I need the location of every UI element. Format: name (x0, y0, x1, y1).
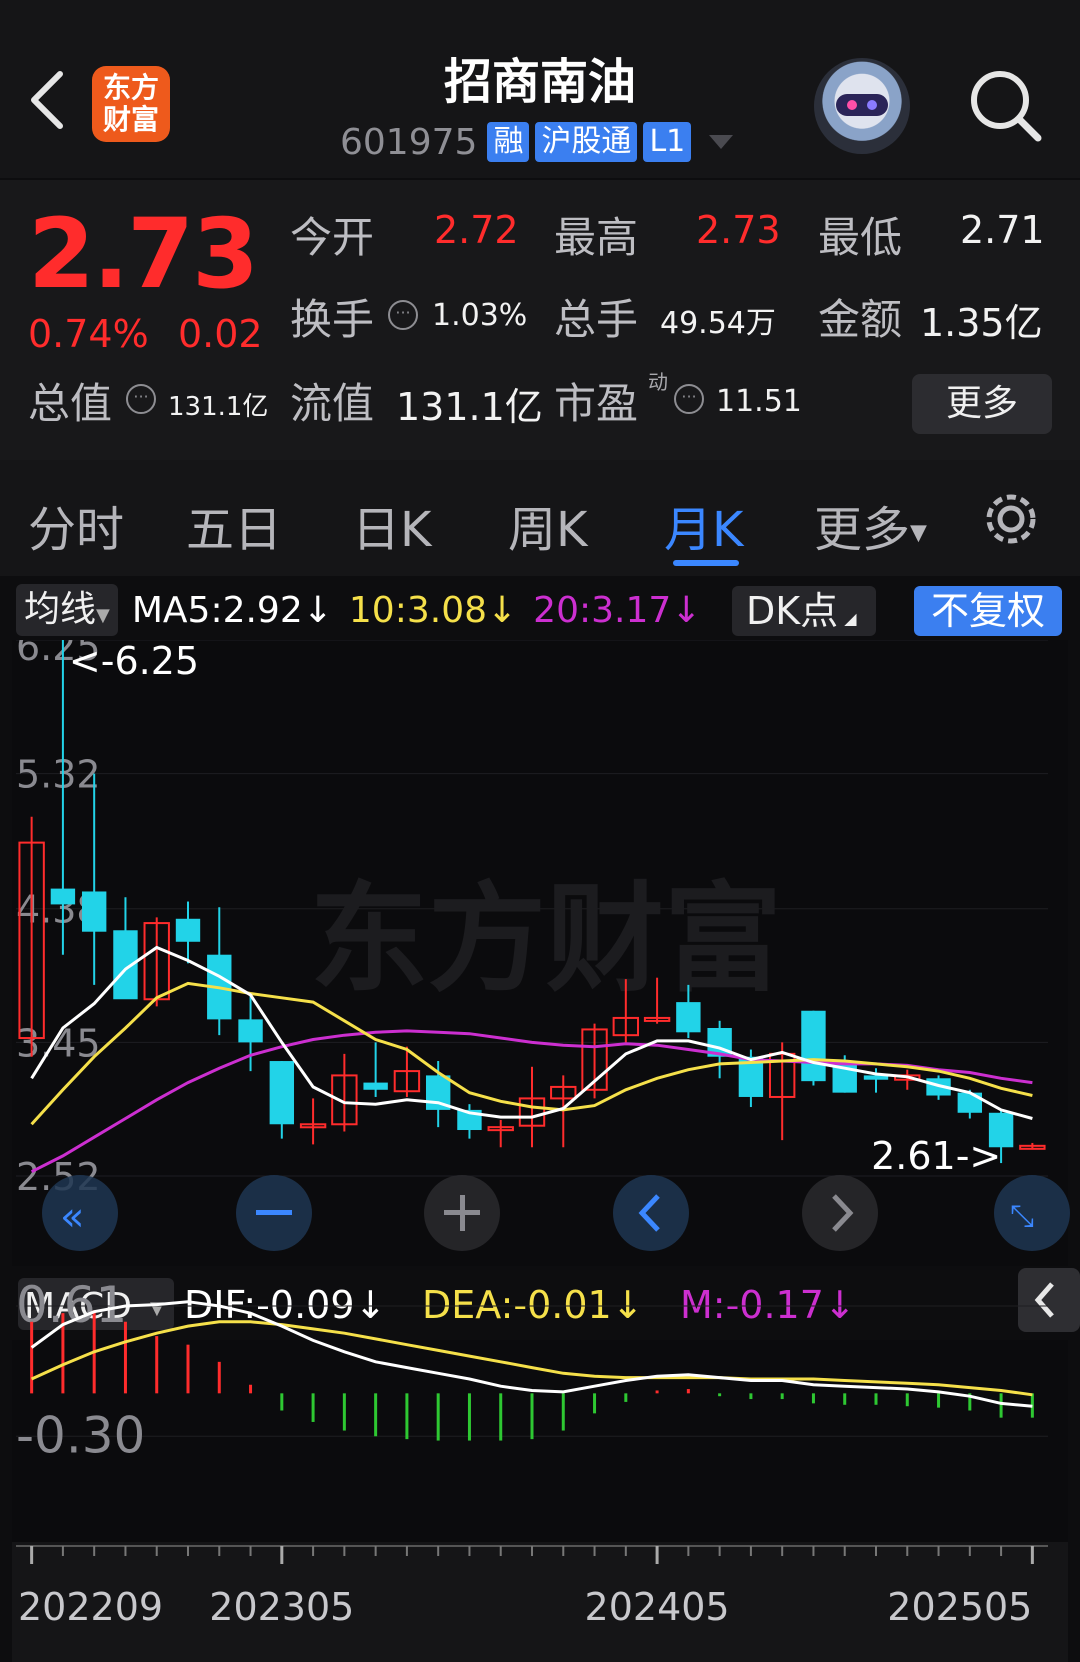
kline-chart[interactable]: 东方财富 6.255.324.383.452.52 <-6.25 2.61-> … (0, 640, 1080, 1662)
chevron-down-icon[interactable] (709, 135, 734, 149)
turnover-label: 换手 (290, 295, 375, 344)
fullscreen-button[interactable]: ⤡ (994, 1175, 1070, 1251)
candle-body-down (801, 1010, 826, 1082)
zoom-out-fast-button[interactable]: « (42, 1175, 118, 1251)
amount-value: 1.35亿 (920, 301, 1043, 345)
open-value: 2.72 (434, 208, 519, 252)
watermark-logo: 东方财富 (310, 870, 782, 1008)
dk-point-button[interactable]: DK点 ◢ (732, 586, 876, 636)
ma10-legend: 10:3.08↓ (348, 589, 518, 631)
price-tick-label: 5.32 (16, 753, 101, 797)
indicator-label: 均线 (24, 589, 97, 630)
info-dots-icon[interactable]: ··· (674, 384, 704, 414)
tab-more[interactable]: 更多▼ (814, 490, 927, 560)
change-amount: 0.02 (178, 312, 263, 356)
collapse-panel-button[interactable] (1018, 1268, 1080, 1332)
mktcap-label: 总值 (28, 379, 113, 428)
time-tick-label: 202209 (18, 1585, 163, 1629)
float-value: 131.1亿 (396, 385, 543, 429)
mktcap-value: 131.1亿 (168, 392, 269, 422)
m-legend: M:-0.17↓ (680, 1283, 856, 1327)
dea-legend: DEA:-0.01↓ (422, 1283, 644, 1327)
tab-monthly-k[interactable]: 月K (664, 490, 743, 560)
corner-caret-icon: ◢ (844, 609, 857, 628)
float-label: 流值 (290, 379, 375, 428)
time-tick-label: 202505 (887, 1585, 1032, 1629)
high-label: 最高 (554, 213, 639, 262)
change-percent: 0.74% (28, 312, 149, 356)
candle-body-down (269, 1061, 295, 1125)
active-tab-underline (673, 560, 739, 566)
low-marker: 2.61-> (871, 1134, 1001, 1178)
tab-intraday[interactable]: 分时 (28, 490, 124, 560)
turnover-value: 1.03% (432, 298, 528, 333)
ma-legend-row: 均线▼ MA5:2.92↓ 10:3.08↓ 20:3.17↓ (16, 584, 701, 636)
last-price: 2.73 (28, 198, 259, 310)
adjust-button[interactable]: 不复权 (914, 586, 1062, 636)
tab-weekly-k[interactable]: 周K (508, 490, 587, 560)
tab-five-day[interactable]: 五日 (186, 490, 282, 560)
price-tick-label: 3.45 (16, 1021, 101, 1065)
ma20-legend: 20:3.17↓ (533, 589, 702, 631)
more-quote-button[interactable]: 更多 (912, 374, 1052, 434)
quote-panel: 2.73 0.74% 0.02 今开 2.72 最高 2.73 最低 2.71 … (0, 180, 1080, 460)
macd-tick-label: -0.30 (16, 1406, 145, 1464)
candle-body-down (363, 1082, 388, 1090)
candle-body-down (676, 1002, 701, 1033)
ma5-legend: MA5:2.92↓ (131, 589, 333, 631)
zoom-out-button[interactable] (236, 1175, 312, 1251)
svg-text:«: « (60, 1194, 84, 1240)
low-label: 最低 (818, 213, 903, 262)
margin-tag: 融 (487, 122, 530, 162)
connect-tag: 沪股通 (535, 122, 638, 162)
indicator-selector[interactable]: 均线▼ (16, 584, 118, 636)
high-marker: <-6.25 (69, 640, 199, 683)
candle-body-down (957, 1092, 983, 1113)
stock-code-row[interactable]: 601975 融 沪股通 L1 (340, 120, 734, 164)
candle-body-down (81, 891, 107, 932)
volume-label: 总手 (554, 295, 639, 344)
scroll-left-button[interactable] (613, 1175, 689, 1251)
tab-more-label: 更多 (814, 502, 911, 558)
stock-code: 601975 (340, 121, 478, 163)
zoom-in-button[interactable] (424, 1175, 500, 1251)
pe-dynamic-sup: 动 (648, 370, 668, 394)
candle-body-down (50, 888, 76, 905)
volume-value: 49.54万 (660, 306, 776, 341)
gear-icon[interactable] (982, 490, 1040, 548)
caret-down-icon: ▼ (150, 1298, 164, 1319)
period-tabs: 分时 五日 日K 周K 月K 更多▼ (0, 460, 1080, 576)
high-value: 2.73 (696, 208, 781, 252)
low-value: 2.71 (960, 208, 1045, 252)
caret-down-icon: ▼ (910, 520, 927, 546)
candle-body-down (175, 918, 201, 942)
info-dots-icon[interactable]: ··· (388, 300, 418, 330)
tab-daily-k[interactable]: 日K (352, 490, 431, 560)
stock-name: 招商南油 (443, 54, 636, 110)
time-tick-label: 202405 (585, 1585, 730, 1629)
amount-label: 金额 (818, 295, 903, 344)
scroll-right-button[interactable] (802, 1175, 878, 1251)
pe-value: 11.51 (716, 384, 802, 419)
level-tag: L1 (643, 122, 692, 162)
open-label: 今开 (290, 213, 375, 262)
time-tick-label: 202305 (209, 1585, 354, 1629)
svg-text:⤡: ⤡ (1010, 1199, 1034, 1234)
robot-avatar-icon[interactable] (814, 58, 910, 154)
dk-label: DK点 (746, 589, 839, 633)
pe-label: 市盈 (554, 379, 639, 428)
candle-body-down (238, 1019, 263, 1043)
search-icon[interactable] (968, 68, 1042, 142)
caret-down-icon: ▼ (96, 605, 110, 626)
top-nav-bar: 东方 财富 招商南油 601975 融 沪股通 L1 (0, 0, 1080, 178)
info-dots-icon[interactable]: ··· (126, 384, 156, 414)
